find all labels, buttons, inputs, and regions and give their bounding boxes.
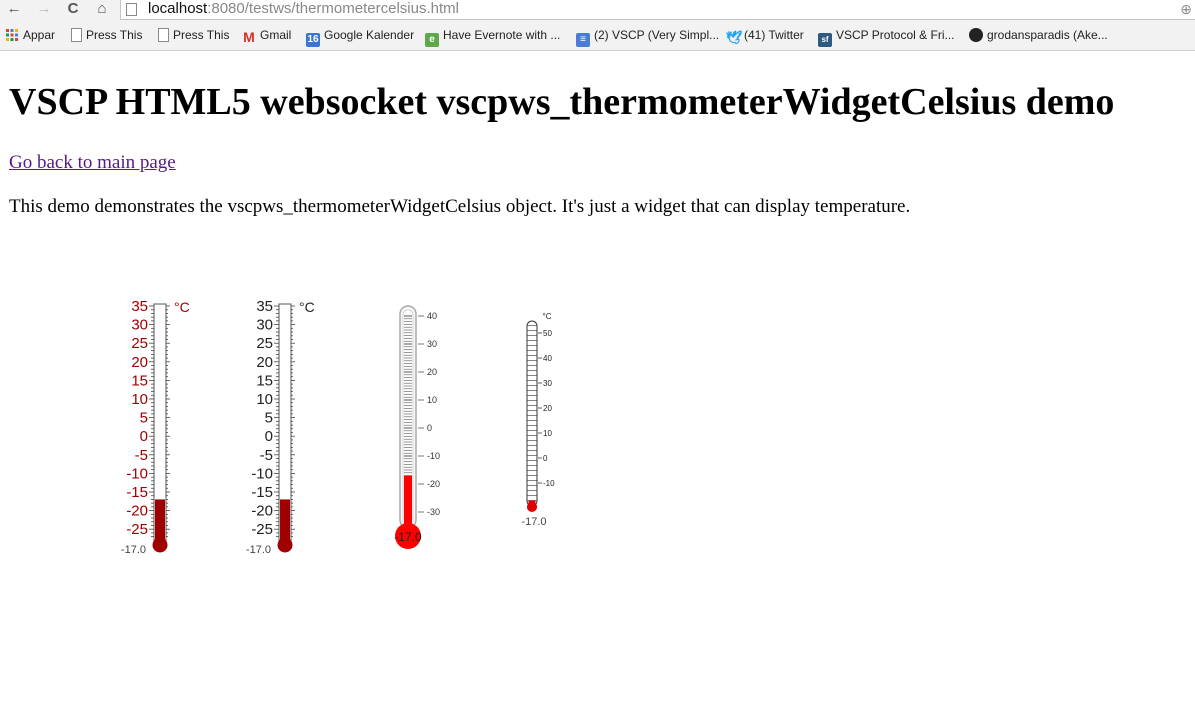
readout-label: -17.0 xyxy=(246,544,271,556)
scale-label: -20 xyxy=(126,503,148,520)
thermometer-widget-1: 35 3025 2015 10 50 -5-10 -15 -20-25 °C -17.0 xyxy=(121,298,190,556)
scale-label: 15 xyxy=(131,372,148,389)
scale-label: -5 xyxy=(260,447,273,464)
thermometer-widget-2: 35 3025 2015 10 50 -5-10 -15 -20-25 °C -17.0 xyxy=(246,298,315,556)
scale-label: 30 xyxy=(427,339,437,349)
unit-label: °C xyxy=(174,299,190,315)
mercury-bulb xyxy=(277,537,293,553)
scale-label: 5 xyxy=(140,410,148,427)
mercury-bulb xyxy=(527,502,537,512)
scale-label: -5 xyxy=(135,447,148,464)
scale-label: 40 xyxy=(543,354,552,363)
scale-label: 5 xyxy=(265,410,273,427)
scale-label: 10 xyxy=(256,391,273,408)
readout-label: -17.0 xyxy=(521,516,546,528)
scale-label: -10 xyxy=(427,451,440,461)
scale-label: 10 xyxy=(427,395,437,405)
scale-label: 30 xyxy=(256,317,273,334)
scale-label: 0 xyxy=(265,428,273,445)
scale-label: 10 xyxy=(131,391,148,408)
unit-label: °C xyxy=(299,299,315,315)
scale-label: -20 xyxy=(251,503,273,520)
scale-label: 25 xyxy=(131,335,148,352)
readout-label: -17.0 xyxy=(394,530,422,544)
scale-label: 0 xyxy=(140,428,148,445)
scale-label: -10 xyxy=(543,479,555,488)
readout-label: -17.0 xyxy=(121,544,146,556)
scale-label: 20 xyxy=(256,354,273,371)
scale-label: 15 xyxy=(256,372,273,389)
scale-label: -10 xyxy=(126,465,148,482)
scale-label: 35 xyxy=(131,298,148,315)
scale-label: 20 xyxy=(543,404,552,413)
thermometer-tube xyxy=(526,320,538,507)
scale-label: -10 xyxy=(251,465,273,482)
scale-label: -30 xyxy=(427,507,440,517)
scale-label: 50 xyxy=(543,329,552,338)
scale-label: -15 xyxy=(126,484,148,501)
thermometer-widgets: 35302520151050-5-10-15-20-25°C-17.035302… xyxy=(121,298,555,556)
scale-label: 10 xyxy=(543,429,552,438)
scale-label: 40 xyxy=(427,311,437,321)
mercury-bulb xyxy=(152,537,168,553)
scale-label: -25 xyxy=(251,521,273,538)
scale-label: 20 xyxy=(131,354,148,371)
scale-label: 25 xyxy=(256,335,273,352)
scale-label: -25 xyxy=(126,521,148,538)
scale-label: 0 xyxy=(543,454,548,463)
unit-label: °C xyxy=(543,312,552,321)
scale-label: 0 xyxy=(427,423,432,433)
scale-label: 30 xyxy=(131,317,148,334)
scale-label: 35 xyxy=(256,298,273,315)
thermometer-widget-4: 50 40 30 20 10 0 -10 °C -17.0 xyxy=(521,312,555,528)
scale-label: -15 xyxy=(251,484,273,501)
scale-label: 30 xyxy=(543,379,552,388)
thermometer-widget-3: 40 30 20 10 0 -10 -20 -30 -17.0 xyxy=(394,305,440,549)
scale-label: -20 xyxy=(427,479,440,489)
scale-label: 20 xyxy=(427,367,437,377)
